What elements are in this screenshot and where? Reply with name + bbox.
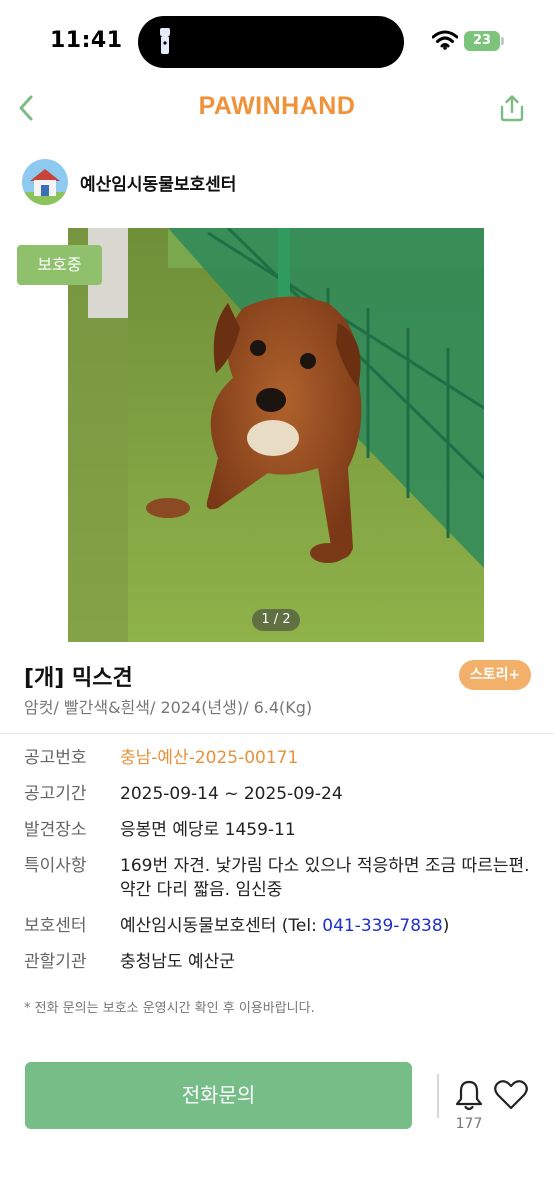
status-bar: 11:41 23: [0, 0, 554, 80]
info-row-special-notes: 특이사항 169번 자견. 낯가림 다소 있으나 적응하면 조금 따르는편. 약…: [24, 854, 534, 902]
share-icon: [500, 95, 524, 122]
info-label: 특이사항: [24, 856, 87, 876]
info-row-authority: 관할기관 충청남도 예산군: [24, 950, 534, 974]
favorite-button[interactable]: [493, 1078, 529, 1112]
dynamic-island: [138, 16, 404, 68]
wifi-icon: [432, 30, 458, 50]
animal-details: 암컷/ 빨간색&흰색/ 2024(년생)/ 6.4(Kg): [24, 698, 313, 717]
shelter-text-end: ): [442, 916, 450, 936]
info-label: 발견장소: [24, 820, 87, 840]
shelter-value: 예산임시동물보호센터 (Tel: 041-339-7838): [120, 914, 534, 938]
notice-period-value: 2025-09-14 ~ 2025-09-24: [120, 784, 343, 804]
info-label: 공고번호: [24, 748, 87, 768]
authority-value: 충청남도 예산군: [120, 952, 235, 972]
info-row-shelter: 보호센터 예산임시동물보호센터 (Tel: 041-339-7838): [24, 914, 534, 938]
info-table: 공고번호 충남-예산-2025-00171 공고기간 2025-09-14 ~ …: [24, 746, 534, 986]
bell-count: 177: [455, 1116, 483, 1132]
call-button[interactable]: 전화문의: [25, 1062, 412, 1129]
phone-link[interactable]: 041-339-7838: [322, 916, 442, 936]
status-badge: 보호중: [17, 245, 102, 285]
divider: [0, 733, 554, 734]
footer-divider: [437, 1074, 439, 1118]
info-row-notice-period: 공고기간 2025-09-14 ~ 2025-09-24: [24, 782, 534, 806]
info-label: 관할기관: [24, 952, 87, 972]
dog-photo-image: [68, 228, 484, 642]
heart-icon: [494, 1080, 528, 1110]
found-location-value: 응봉면 예당로 1459-11: [120, 820, 296, 840]
animal-photo[interactable]: [68, 228, 484, 642]
bell-icon: [455, 1080, 483, 1111]
house-icon: [22, 159, 68, 205]
info-label: 보호센터: [24, 916, 87, 936]
shelter-name: 예산임시동물보호센터: [80, 174, 237, 195]
notification-button[interactable]: [452, 1078, 486, 1112]
animal-title: [개] 믹스견: [24, 666, 133, 691]
battery-level: 23: [464, 31, 500, 51]
special-notes-value: 169번 자견. 낯가림 다소 있으나 적응하면 조금 따르는편. 약간 다리 …: [120, 856, 530, 900]
story-button[interactable]: 스토리+: [459, 660, 531, 690]
app-header: PAWINHAND: [0, 80, 554, 136]
flashlight-icon: [160, 28, 170, 54]
notice-number-value: 충남-예산-2025-00171: [120, 748, 299, 768]
info-row-notice-number: 공고번호 충남-예산-2025-00171: [24, 746, 534, 770]
photo-counter: 1 / 2: [252, 609, 300, 631]
shelter-link[interactable]: 예산임시동물보호센터: [22, 158, 236, 206]
info-label: 공고기간: [24, 784, 87, 804]
contact-notice: * 전화 문의는 보호소 운영시간 확인 후 이용바랍니다.: [24, 1001, 315, 1016]
info-row-found-location: 발견장소 응봉면 예당로 1459-11: [24, 818, 534, 842]
app-logo: PAWINHAND: [198, 92, 356, 120]
shelter-avatar: [22, 159, 68, 205]
share-button[interactable]: [494, 90, 530, 126]
status-time: 11:41: [50, 28, 123, 53]
shelter-text: 예산임시동물보호센터 (Tel:: [120, 916, 323, 936]
battery-icon: 23: [464, 31, 504, 51]
